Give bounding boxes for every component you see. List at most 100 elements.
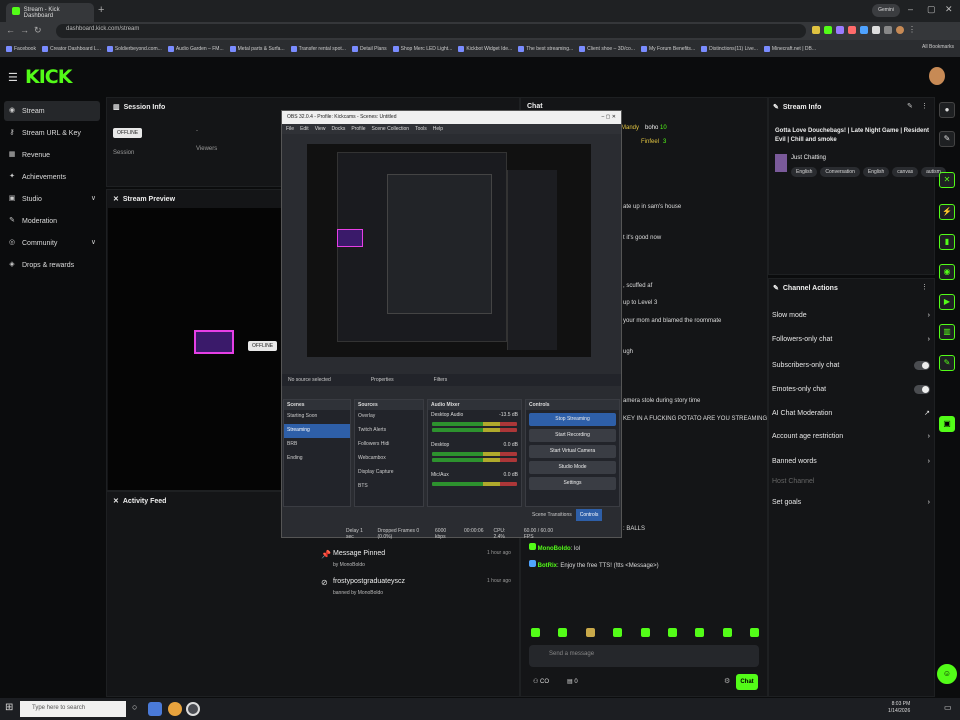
obs-menu-edit[interactable]: Edit bbox=[300, 126, 309, 132]
bookmark-item[interactable]: Audio Garden – FM... bbox=[167, 44, 224, 53]
source-item[interactable]: BTS bbox=[355, 480, 423, 494]
forward-arrow-icon[interactable]: → bbox=[20, 25, 29, 35]
sidebar-item-studio[interactable]: ▣ Studio ∨ bbox=[4, 189, 100, 209]
obs-title-bar[interactable]: OBS 32.0.4 - Profile: Kickcams - Scenes:… bbox=[282, 111, 621, 124]
extension-icon[interactable] bbox=[860, 26, 868, 34]
obs-window-controls[interactable]: – ▢ ✕ bbox=[602, 114, 616, 121]
sidebar-item-stream-url-key[interactable]: ⚷ Stream URL & Key bbox=[4, 123, 100, 143]
url-input[interactable]: dashboard.kick.com/stream bbox=[56, 24, 806, 38]
source-item[interactable]: Twitch Alerts bbox=[355, 424, 423, 438]
properties-button[interactable]: Properties bbox=[371, 377, 394, 383]
extension-icon[interactable] bbox=[848, 26, 856, 34]
bookmark-item[interactable]: Shop Merc LED Light... bbox=[392, 44, 452, 53]
category-name[interactable]: Just Chatting bbox=[791, 155, 826, 161]
emotes-only-toggle[interactable] bbox=[914, 385, 930, 394]
emote-icon[interactable] bbox=[531, 628, 540, 637]
scene-item[interactable]: Ending bbox=[284, 452, 350, 466]
extension-icon[interactable] bbox=[836, 26, 844, 34]
scene-item[interactable]: Starting Soon bbox=[284, 410, 350, 424]
obs-menu-help[interactable]: Help bbox=[433, 126, 443, 132]
send-chat-button[interactable]: Chat bbox=[736, 674, 758, 690]
emote-icon[interactable] bbox=[667, 628, 677, 637]
support-chat-icon[interactable]: ☺ bbox=[937, 664, 957, 684]
profile-avatar-icon[interactable] bbox=[896, 26, 904, 34]
obs-menu-tools[interactable]: Tools bbox=[415, 126, 427, 132]
filters-button[interactable]: Filters bbox=[434, 377, 448, 383]
stop-streaming-button[interactable]: Stop Streaming bbox=[529, 413, 616, 426]
action-slow-mode[interactable]: Slow mode › bbox=[772, 312, 930, 319]
start-virtual-camera-button[interactable]: Start Virtual Camera bbox=[529, 445, 616, 458]
action-account-age[interactable]: Account age restriction › bbox=[772, 433, 930, 440]
rail-layout-icon[interactable]: ▣ bbox=[939, 416, 955, 432]
rail-chat-icon[interactable]: ◉ bbox=[939, 264, 955, 280]
all-bookmarks-button[interactable]: All Bookmarks bbox=[922, 44, 954, 53]
chat-input[interactable]: Send a message bbox=[529, 645, 759, 667]
rail-bolt-icon[interactable]: ⚡ bbox=[939, 204, 955, 220]
action-banned-words[interactable]: Banned words › bbox=[772, 458, 930, 465]
sidebar-item-revenue[interactable]: ▦ Revenue bbox=[4, 145, 100, 165]
controls-tab[interactable]: Controls bbox=[575, 509, 603, 521]
extension-icon[interactable] bbox=[812, 26, 820, 34]
scene-item-selected[interactable]: Streaming bbox=[284, 424, 350, 438]
gemini-button[interactable]: Gemini bbox=[872, 4, 900, 17]
obs-menu-profile[interactable]: Profile bbox=[351, 126, 365, 132]
extension-icon[interactable] bbox=[884, 26, 892, 34]
obs-menu-file[interactable]: File bbox=[286, 126, 294, 132]
studio-mode-button[interactable]: Studio Mode bbox=[529, 461, 616, 474]
windows-start-icon[interactable]: ⊞ bbox=[5, 702, 13, 713]
task-view-icon[interactable]: ○ bbox=[132, 702, 137, 712]
sidebar-item-achievements[interactable]: ✦ Achievements bbox=[4, 167, 100, 187]
menu-kebab-icon[interactable]: ⋮ bbox=[921, 102, 928, 110]
bookmark-item[interactable]: Soldierbeyond.com... bbox=[106, 44, 162, 53]
hamburger-menu-icon[interactable]: ☰ bbox=[8, 71, 18, 84]
emote-icon[interactable] bbox=[585, 628, 595, 637]
sidebar-item-stream[interactable]: ◉ Stream bbox=[4, 101, 100, 121]
bookmark-item[interactable]: Kickbot Widget Ide... bbox=[458, 44, 512, 53]
rail-close-icon[interactable]: ✕ bbox=[939, 172, 955, 188]
scene-item[interactable]: BRB bbox=[284, 438, 350, 452]
notification-icon[interactable]: ▭ bbox=[944, 703, 952, 712]
source-item[interactable]: Followers Hidi bbox=[355, 438, 423, 452]
emote-icon[interactable] bbox=[750, 628, 759, 637]
bookmark-item[interactable]: Creator Dashboard L... bbox=[41, 44, 101, 53]
top-user-name[interactable]: Mandy bbox=[621, 125, 639, 131]
action-ai-moderation[interactable]: AI Chat Moderation ↗ bbox=[772, 409, 930, 418]
obs-menu-scene-collection[interactable]: Scene Collection bbox=[372, 126, 410, 132]
bookmark-item[interactable]: Detail Plans bbox=[351, 44, 387, 53]
emote-icon[interactable] bbox=[640, 628, 650, 637]
rail-clip-icon[interactable]: ▮ bbox=[939, 234, 955, 250]
browser-tab[interactable]: Stream - Kick Dashboard bbox=[6, 3, 94, 22]
extension-icon[interactable] bbox=[824, 26, 832, 34]
edit-pencil-icon[interactable]: ✎ bbox=[907, 102, 913, 110]
chat-username[interactable]: BotRix bbox=[538, 563, 557, 569]
top-user-name[interactable]: boho bbox=[645, 125, 658, 131]
scene-transitions-tab[interactable]: Scene Transitions bbox=[532, 512, 572, 518]
user-avatar[interactable] bbox=[929, 67, 945, 85]
back-arrow-icon[interactable]: ← bbox=[6, 25, 15, 35]
obs-taskbar-icon[interactable] bbox=[186, 702, 200, 716]
action-followers-only[interactable]: Followers-only chat › bbox=[772, 336, 930, 343]
bookmark-item[interactable]: Facebook bbox=[6, 44, 36, 53]
settings-button[interactable]: Settings bbox=[529, 477, 616, 490]
new-tab-plus-icon[interactable]: + bbox=[98, 4, 112, 18]
taskbar-app-icon[interactable] bbox=[148, 702, 162, 716]
bookmark-item[interactable]: My Forum Benefits... bbox=[640, 44, 695, 53]
action-set-goals[interactable]: Set goals › bbox=[772, 499, 930, 506]
bookmark-item[interactable]: Minecraft.net | DB... bbox=[763, 44, 816, 53]
bookmark-item[interactable]: Distinctions(11) Live... bbox=[701, 44, 758, 53]
emote-icon[interactable] bbox=[613, 628, 623, 637]
extension-icon[interactable] bbox=[872, 26, 880, 34]
emote-icon[interactable] bbox=[695, 628, 705, 637]
rail-trophy-icon[interactable]: ▥ bbox=[939, 324, 955, 340]
source-item[interactable]: Display Capture bbox=[355, 466, 423, 480]
reload-icon[interactable]: ↻ bbox=[34, 25, 42, 36]
sidebar-item-community[interactable]: ◎ Community ∨ bbox=[4, 233, 100, 253]
stream-preview-video[interactable]: OFFLINE bbox=[108, 208, 283, 490]
start-recording-button[interactable]: Start Recording bbox=[529, 429, 616, 442]
timeout-count[interactable]: ▤ 0 bbox=[567, 678, 578, 685]
obs-preview-canvas[interactable] bbox=[307, 144, 591, 357]
menu-kebab-icon[interactable]: ⋮ bbox=[921, 283, 928, 291]
source-item[interactable]: Webcambox bbox=[355, 452, 423, 466]
taskbar-clock[interactable]: 8:03 PM 1/14/2026 bbox=[888, 701, 910, 715]
bookmark-item[interactable]: The best streaming... bbox=[518, 44, 573, 53]
